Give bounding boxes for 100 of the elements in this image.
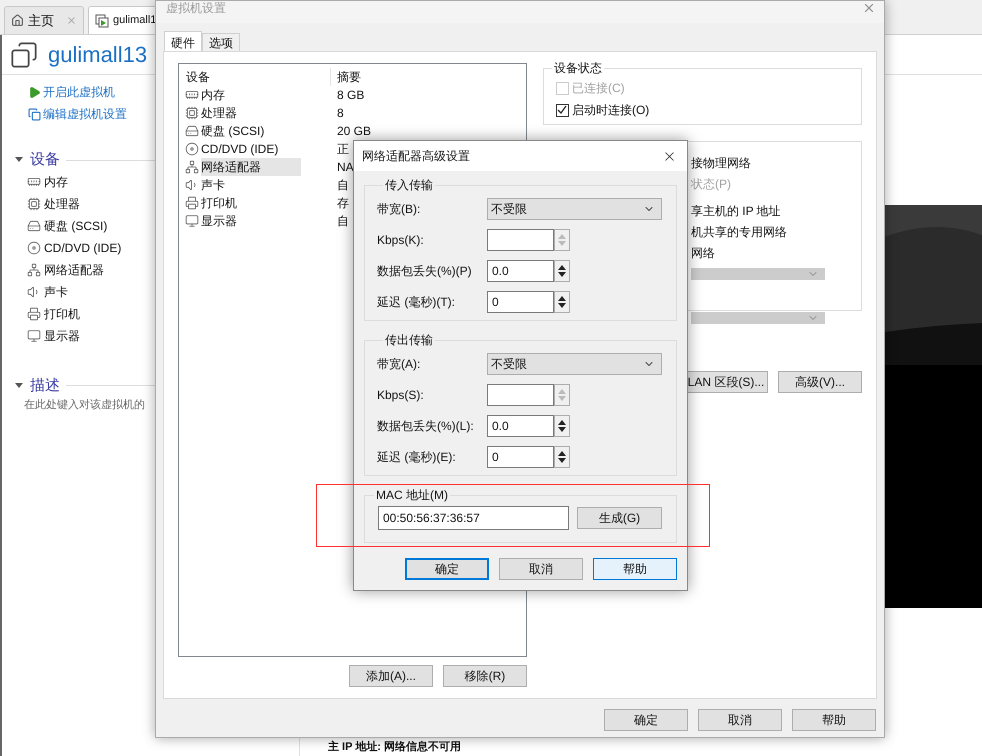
vm-icon — [10, 40, 38, 68]
section-title: 设备 — [30, 150, 60, 170]
chip-icon — [185, 106, 199, 120]
checkbox-label: 已连接(C) — [572, 80, 625, 97]
dialog-tab[interactable]: 硬件 — [164, 31, 202, 51]
drive-icon — [185, 124, 199, 138]
field-label: 延迟 (毫秒)(T): — [377, 294, 456, 311]
device-item[interactable]: 硬盘 (SCSI) — [44, 217, 108, 235]
field-label: 数据包丢失(%)(L): — [377, 418, 475, 435]
device-summary: 自 — [336, 213, 349, 230]
network-option[interactable]: 享主机的 IP 地址 — [690, 202, 861, 220]
device-name[interactable]: 网络适配器 — [201, 158, 301, 176]
device-name[interactable]: 处理器 — [201, 104, 277, 122]
bandwidth-select[interactable]: 不受限 — [487, 353, 662, 375]
dialog-button[interactable]: 取消 — [698, 709, 782, 731]
spin-buttons[interactable] — [554, 415, 570, 437]
dialog-button[interactable]: 帮助 — [792, 709, 876, 731]
memory-icon — [185, 88, 199, 102]
number-field[interactable]: 0 — [487, 291, 554, 313]
field-label: Kbps(K): — [377, 232, 425, 249]
network-button[interactable]: 高级(V)... — [778, 371, 862, 393]
generate-button[interactable]: 生成(G) — [577, 507, 662, 529]
number-field[interactable] — [487, 229, 554, 251]
play-icon — [28, 86, 41, 98]
description-field[interactable]: 在此处键入对该虚拟机的 — [24, 397, 145, 414]
vm-title: gulimall13 — [48, 41, 148, 69]
tab-label: 主页 — [28, 12, 54, 30]
device-summary: 20 GB — [336, 123, 372, 140]
device-item[interactable]: 打印机 — [44, 305, 80, 323]
monitor-icon — [27, 329, 41, 343]
spin-buttons[interactable] — [554, 291, 570, 313]
device-item[interactable]: 声卡 — [44, 283, 68, 301]
checkbox[interactable] — [556, 104, 569, 116]
dialog-button[interactable]: 取消 — [499, 558, 583, 580]
dialog-tab[interactable]: 选项 — [202, 33, 240, 51]
field-label: Kbps(S): — [377, 387, 425, 404]
device-item[interactable]: 显示器 — [44, 327, 80, 345]
drive-icon — [27, 219, 41, 233]
spin-buttons[interactable] — [554, 446, 570, 468]
mac-address-field[interactable]: 00:50:56:37:36:57 — [378, 506, 569, 530]
device-summary: 自 — [336, 177, 349, 194]
memory-icon — [27, 175, 41, 189]
app-tab[interactable]: 主页 — [4, 6, 84, 34]
number-field[interactable]: 0.0 — [487, 415, 554, 437]
group-title: MAC 地址(M) — [375, 487, 449, 504]
chip-icon — [27, 197, 41, 211]
device-item[interactable]: CD/DVD (IDE) — [44, 239, 122, 257]
device-item[interactable]: 网络适配器 — [44, 261, 104, 279]
device-summary: NA — [336, 159, 354, 176]
number-field[interactable] — [487, 384, 554, 406]
column-header[interactable]: 摘要 — [331, 68, 361, 86]
spin-buttons[interactable] — [554, 260, 570, 282]
device-name[interactable]: 硬盘 (SCSI) — [201, 122, 304, 140]
field-label: 延迟 (毫秒)(E): — [377, 449, 457, 466]
network-option[interactable]: 网络 — [690, 244, 861, 262]
printer-icon — [27, 307, 41, 321]
monitor-icon — [185, 214, 199, 228]
home-icon — [11, 14, 24, 27]
printer-icon — [185, 196, 199, 210]
dialog-title: 网络适配器高级设置 — [362, 148, 470, 165]
group-title: 传入传输 — [384, 177, 434, 194]
network-option[interactable]: 机共享的专用网络 — [690, 223, 861, 241]
disc-icon — [185, 142, 199, 156]
dialog-button[interactable]: 确定 — [604, 709, 688, 731]
device-name[interactable]: 打印机 — [201, 194, 277, 212]
disc-icon — [27, 241, 41, 255]
network-icon — [185, 160, 199, 174]
action-link[interactable]: 开启此虚拟机 — [43, 83, 115, 101]
device-name[interactable]: CD/DVD (IDE) — [201, 140, 318, 158]
list-button[interactable]: 添加(A)... — [348, 665, 433, 687]
field-label: 带宽(A): — [377, 356, 422, 373]
dialog-button[interactable]: 帮助 — [593, 558, 677, 580]
collapse-arrow-icon[interactable] — [14, 156, 24, 164]
network-option[interactable]: 接物理网络 — [690, 154, 861, 172]
action-link[interactable]: 编辑虚拟机设置 — [43, 105, 127, 123]
group-title: 设备状态 — [552, 60, 603, 77]
device-name[interactable]: 声卡 — [201, 176, 265, 194]
ip-address-text: 主 IP 地址: 网络信息不可用 — [328, 741, 462, 753]
group-title: 传出传输 — [384, 332, 434, 349]
checkbox-label: 启动时连接(O) — [572, 102, 650, 119]
device-summary: 8 GB — [336, 87, 364, 104]
device-summary: 存 — [336, 195, 349, 212]
dialog-button[interactable]: 确定 — [405, 558, 489, 580]
tab-label: gulimall1 — [113, 13, 156, 28]
number-field[interactable]: 0 — [487, 446, 554, 468]
device-summary: 8 — [336, 105, 344, 122]
network-icon — [27, 263, 41, 277]
device-summary: 正 — [336, 141, 349, 158]
device-name[interactable]: 显示器 — [201, 212, 277, 230]
number-field[interactable]: 0.0 — [487, 260, 554, 282]
section-title: 描述 — [30, 376, 60, 396]
vm-icon — [95, 14, 109, 28]
device-item[interactable]: 处理器 — [44, 195, 80, 213]
collapse-arrow-icon[interactable] — [14, 382, 24, 390]
bandwidth-select[interactable]: 不受限 — [487, 198, 662, 220]
column-header[interactable]: 设备 — [179, 68, 331, 86]
field-label: 数据包丢失(%)(P) — [377, 263, 473, 280]
list-button[interactable]: 移除(R) — [442, 665, 527, 687]
device-item[interactable]: 内存 — [44, 173, 68, 191]
device-name[interactable]: 内存 — [201, 86, 265, 104]
